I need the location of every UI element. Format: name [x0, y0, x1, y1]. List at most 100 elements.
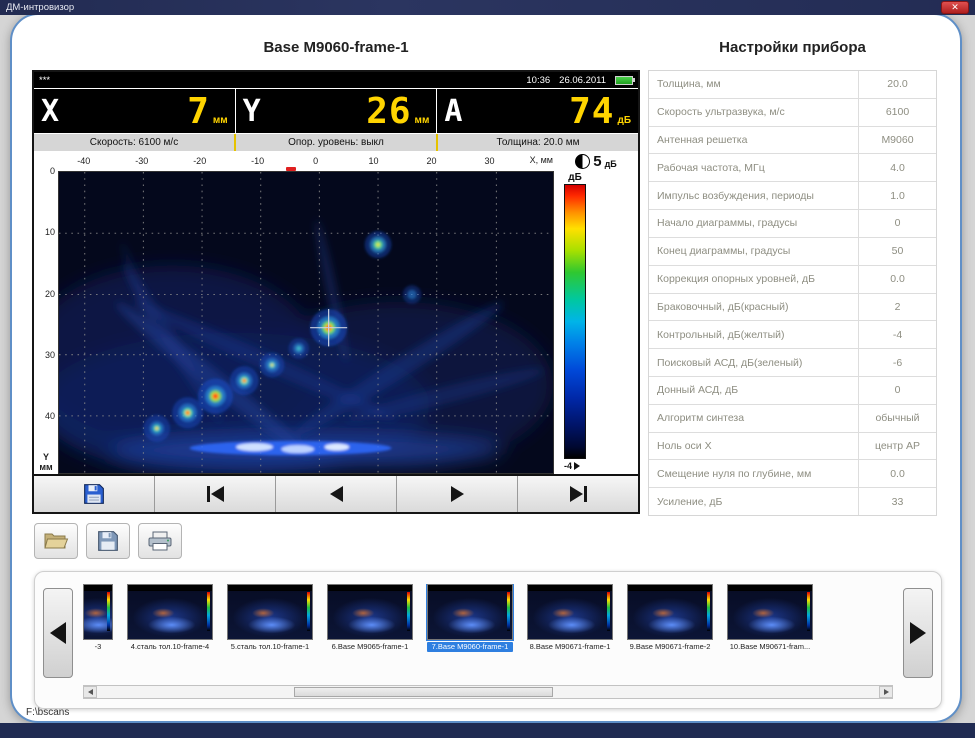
setting-value: -4	[858, 321, 936, 348]
thumbnail-image	[83, 584, 113, 640]
setting-value: 1.0	[858, 182, 936, 209]
screen: ДМ-интровизор ✕ Base M9060-frame-1 Настр…	[0, 0, 975, 738]
colorbar	[564, 184, 586, 459]
settings-row: Смещение нуля по глубине, мм 0.0	[649, 460, 936, 488]
thumbnail-item[interactable]: 8.Base M90671-frame-1	[527, 584, 613, 652]
thumbnail-image	[627, 584, 713, 640]
thumbnail-item[interactable]: 5.сталь тол.10-frame-1	[227, 584, 313, 652]
settings-row: Толщина, мм 20.0	[649, 71, 936, 99]
device-info-bar: Скорость: 6100 м/с Опор. уровень: выкл Т…	[34, 134, 638, 151]
setting-value: 0	[858, 210, 936, 237]
filmstrip-scroll-left-button[interactable]	[43, 588, 73, 678]
thumbnail-image	[427, 584, 513, 640]
scrollbar-right-arrow[interactable]	[879, 686, 893, 698]
window-titlebar: ДМ-интровизор ✕	[0, 0, 975, 15]
settings-row: Ноль оси X центр АР	[649, 433, 936, 461]
floppy-icon	[97, 530, 119, 552]
filmstrip-scroll-right-button[interactable]	[903, 588, 933, 678]
setting-name: Начало диаграммы, градусы	[649, 210, 858, 237]
print-button[interactable]	[138, 523, 182, 559]
setting-name: Скорость ультразвука, м/с	[649, 99, 858, 126]
settings-row: Браковочный, дБ(красный) 2	[649, 294, 936, 322]
colorbar-column: дБ -4	[554, 171, 638, 474]
settings-row: Конец диаграммы, градусы 50	[649, 238, 936, 266]
status-path: F:\bscans	[26, 707, 69, 718]
close-button[interactable]: ✕	[941, 1, 969, 14]
thumbnail-image	[727, 584, 813, 640]
scrollbar-thumb[interactable]	[294, 687, 553, 697]
save-file-button[interactable]	[86, 523, 130, 559]
readout-axis-label: A	[444, 94, 462, 129]
thumbnail-caption: 9.Base M90671-frame-2	[627, 642, 713, 652]
setting-value: 4.0	[858, 154, 936, 181]
open-file-button[interactable]	[34, 523, 78, 559]
device-save-button[interactable]	[34, 476, 155, 512]
readout-value: 74	[569, 91, 614, 132]
readout-axis-label: Y	[243, 94, 261, 129]
setting-name: Усиление, дБ	[649, 488, 858, 515]
thumbnail-item[interactable]: 9.Base M90671-frame-2	[627, 584, 713, 652]
setting-name: Рабочая частота, МГц	[649, 154, 858, 181]
setting-name: Контрольный, дБ(желтый)	[649, 321, 858, 348]
settings-row: Скорость ультразвука, м/с 6100	[649, 99, 936, 127]
device-time: 10:36	[526, 75, 550, 86]
colorbar-threshold: -4	[564, 459, 638, 472]
setting-name: Антенная решетка	[649, 127, 858, 154]
setting-name: Поисковый АСД, дБ(зеленый)	[649, 349, 858, 376]
setting-name: Ноль оси X	[649, 433, 858, 460]
thumbnail-item[interactable]: -3	[83, 584, 113, 652]
info-item: Скорость: 6100 м/с	[34, 134, 236, 151]
printer-icon	[147, 530, 173, 552]
thumbnail-item[interactable]: 10.Base M90671-fram...	[727, 584, 813, 652]
thumbnail-image	[527, 584, 613, 640]
bscan-svg	[59, 172, 553, 473]
first-frame-button[interactable]	[155, 476, 276, 512]
y-axis-tick: 0	[34, 165, 55, 177]
last-frame-button[interactable]	[518, 476, 638, 512]
previous-frame-button[interactable]	[276, 476, 397, 512]
bscan-image[interactable]	[58, 171, 554, 474]
thumbnail-item[interactable]: 4.сталь тол.10-frame-4	[127, 584, 213, 652]
readout-unit: мм	[415, 115, 430, 126]
next-frame-button[interactable]	[397, 476, 518, 512]
settings-row: Рабочая частота, МГц 4.0	[649, 154, 936, 182]
y-axis-tick: 40	[34, 410, 55, 422]
device-nav-toolbar	[34, 474, 638, 512]
contrast-control[interactable]: 5 дБ	[554, 151, 638, 171]
colorbar-marker-icon	[574, 462, 580, 470]
thumbnail-item[interactable]: 7.Base M9060-frame-1	[427, 584, 513, 652]
settings-row: Импульс возбуждения, периоды 1.0	[649, 182, 936, 210]
x-axis-band: -40-30-20-100102030 X, мм 5 дБ	[34, 151, 638, 171]
thumbnail-item[interactable]: 6.Base M9065-frame-1	[327, 584, 413, 652]
settings-row: Алгоритм синтеза обычный	[649, 405, 936, 433]
setting-name: Толщина, мм	[649, 71, 858, 98]
coordinate-readouts: X 7 мм Y 26 мм A 74 дБ	[34, 88, 638, 134]
device-screen-panel: *** 10:36 26.06.2011 X 7 мм Y	[32, 70, 640, 514]
main-window: Base M9060-frame-1 Настройки прибора ***…	[10, 13, 962, 723]
contrast-icon	[575, 154, 590, 169]
device-status-left: ***	[39, 75, 50, 86]
setting-name: Алгоритм синтеза	[649, 405, 858, 432]
settings-row: Антенная решетка M9060	[649, 127, 936, 155]
readout-unit: дБ	[617, 115, 631, 126]
app-title: ДМ-интровизор	[0, 2, 74, 13]
settings-table: Толщина, мм 20.0 Скорость ультразвука, м…	[648, 70, 937, 516]
settings-title: Настройки прибора	[648, 39, 937, 56]
thumbnail-caption: 10.Base M90671-fram...	[727, 642, 813, 652]
setting-value: 33	[858, 488, 936, 515]
colorbar-label: дБ	[564, 171, 586, 184]
filmstrip-scrollbar[interactable]	[83, 685, 893, 699]
setting-name: Конец диаграммы, градусы	[649, 238, 858, 265]
y-axis-tick: 10	[34, 226, 55, 238]
setting-name: Смещение нуля по глубине, мм	[649, 460, 858, 487]
setting-name: Коррекция опорных уровней, дБ	[649, 266, 858, 293]
scrollbar-left-arrow[interactable]	[83, 686, 97, 698]
readout-cell: A 74 дБ	[437, 89, 638, 133]
setting-value: центр АР	[858, 433, 936, 460]
thumbnail-caption: 6.Base M9065-frame-1	[327, 642, 413, 652]
setting-name: Импульс возбуждения, периоды	[649, 182, 858, 209]
bottom-bar	[0, 723, 975, 738]
settings-row: Донный АСД, дБ 0	[649, 377, 936, 405]
skip-to-last-icon	[570, 486, 587, 502]
thumbnail-caption: 7.Base M9060-frame-1	[427, 642, 513, 652]
